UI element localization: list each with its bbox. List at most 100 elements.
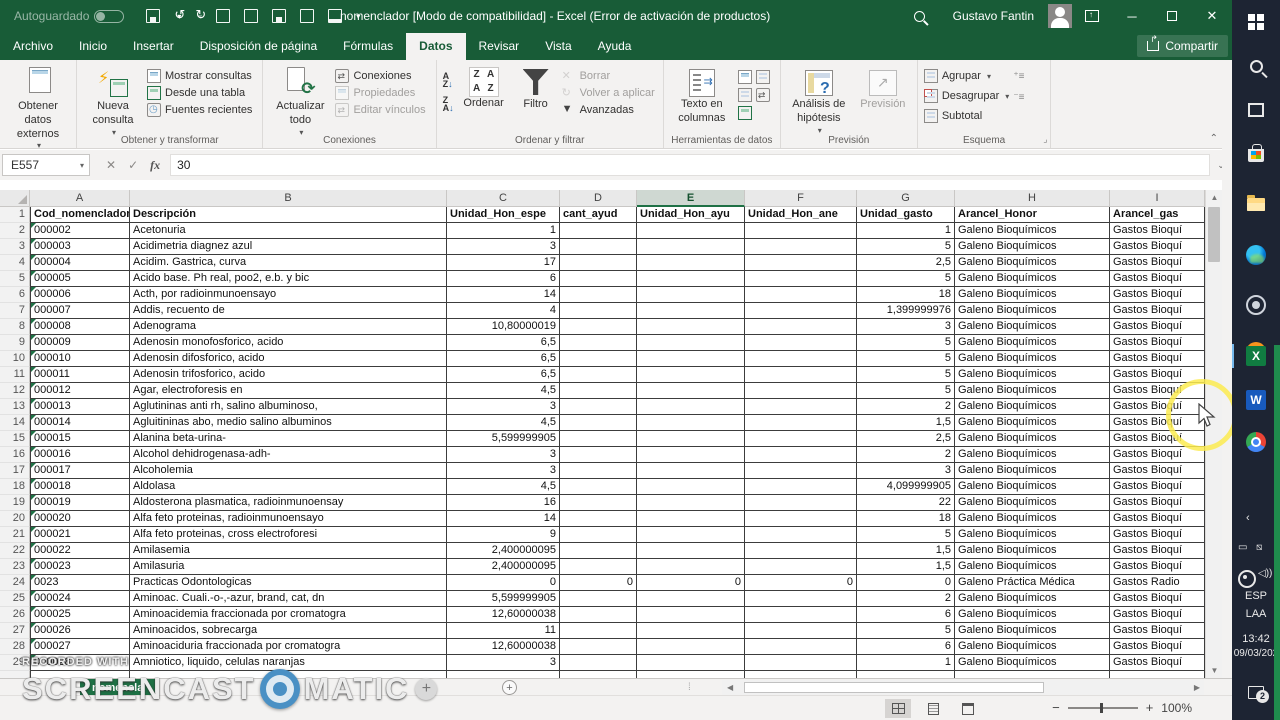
- cell[interactable]: 1: [857, 655, 955, 671]
- cell[interactable]: [637, 559, 745, 575]
- cell[interactable]: 1,5: [857, 559, 955, 575]
- cell[interactable]: Galeno Bioquímicos: [955, 447, 1110, 463]
- tab-archivo[interactable]: Archivo: [0, 33, 66, 60]
- cell[interactable]: Gastos Bioquí: [1110, 479, 1205, 495]
- row-number[interactable]: 18: [0, 479, 30, 495]
- column-header-H[interactable]: H: [955, 190, 1110, 207]
- cell[interactable]: [560, 367, 637, 383]
- tab-insertar[interactable]: Insertar: [120, 33, 187, 60]
- header-cell[interactable]: Unidad_Hon_ane: [745, 207, 857, 223]
- cell[interactable]: [637, 623, 745, 639]
- edit-links-button[interactable]: Editar vínculos: [335, 103, 426, 117]
- cell[interactable]: 000008: [30, 319, 130, 335]
- cell[interactable]: [637, 607, 745, 623]
- row-number[interactable]: 19: [0, 495, 30, 511]
- cell[interactable]: Galeno Bioquímicos: [955, 559, 1110, 575]
- cell[interactable]: Gastos Bioquí: [1110, 239, 1205, 255]
- quick-print-icon[interactable]: [272, 9, 287, 23]
- cell[interactable]: Galeno Bioquímicos: [955, 271, 1110, 287]
- cell[interactable]: [560, 287, 637, 303]
- cell[interactable]: [955, 671, 1110, 678]
- cell[interactable]: Galeno Bioquímicos: [955, 399, 1110, 415]
- properties-button[interactable]: Propiedades: [335, 86, 425, 100]
- row-number[interactable]: 17: [0, 463, 30, 479]
- row-number[interactable]: 26: [0, 607, 30, 623]
- row-number[interactable]: 14: [0, 415, 30, 431]
- ribbon-display-options-button[interactable]: [1072, 0, 1112, 32]
- show-hidden-icons-chevron[interactable]: ‹: [1246, 512, 1250, 524]
- cell[interactable]: [745, 639, 857, 655]
- new-query-button[interactable]: ⚡ Nueva consulta ▾: [83, 64, 143, 138]
- advanced-filter-button[interactable]: ▼ Avanzadas: [562, 103, 655, 117]
- cell[interactable]: Galeno Bioquímicos: [955, 607, 1110, 623]
- row-number[interactable]: 29: [0, 655, 30, 671]
- cell[interactable]: [560, 495, 637, 511]
- cell[interactable]: [130, 671, 447, 678]
- cell[interactable]: 2,5: [857, 431, 955, 447]
- cell[interactable]: [637, 639, 745, 655]
- cell[interactable]: Gastos Bioquí: [1110, 255, 1205, 271]
- cell[interactable]: Alcohol dehidrogenasa-adh-: [130, 447, 447, 463]
- cell[interactable]: 1,399999976: [857, 303, 955, 319]
- cell[interactable]: 0: [560, 575, 637, 591]
- row-number[interactable]: 4: [0, 255, 30, 271]
- cell[interactable]: 5: [857, 367, 955, 383]
- keyboard-layout-indicator[interactable]: LAA: [1232, 608, 1280, 620]
- cell[interactable]: 12,60000038: [447, 607, 560, 623]
- cell[interactable]: Galeno Bioquímicos: [955, 383, 1110, 399]
- chrome-icon[interactable]: [1242, 428, 1270, 456]
- cell[interactable]: [745, 255, 857, 271]
- text-to-columns-button[interactable]: Texto en columnas: [670, 64, 734, 126]
- cell[interactable]: [637, 495, 745, 511]
- header-cell[interactable]: Unidad_gasto: [857, 207, 955, 223]
- cell[interactable]: [560, 351, 637, 367]
- cell[interactable]: Galeno Bioquímicos: [955, 479, 1110, 495]
- cell[interactable]: 000024: [30, 591, 130, 607]
- select-all-corner[interactable]: [0, 190, 30, 207]
- cell[interactable]: 000027: [30, 639, 130, 655]
- cell[interactable]: [560, 591, 637, 607]
- cell[interactable]: [447, 671, 560, 678]
- screencast-record-icon[interactable]: [1242, 291, 1270, 319]
- cell[interactable]: [745, 383, 857, 399]
- remove-duplicates-icon[interactable]: [755, 70, 770, 84]
- cell[interactable]: 000002: [30, 223, 130, 239]
- cell[interactable]: [745, 335, 857, 351]
- task-view-icon[interactable]: [1242, 96, 1270, 124]
- cell[interactable]: [637, 527, 745, 543]
- cell[interactable]: [560, 623, 637, 639]
- cell[interactable]: 000017: [30, 463, 130, 479]
- new-sheet-icon[interactable]: +: [502, 680, 517, 695]
- cell[interactable]: Addis, recuento de: [130, 303, 447, 319]
- group-button[interactable]: Agrupar ▾: [923, 69, 1010, 83]
- cell[interactable]: Acth, por radioinmunoensayo: [130, 287, 447, 303]
- column-header-A[interactable]: A: [30, 190, 130, 207]
- header-cell[interactable]: cant_ayud: [560, 207, 637, 223]
- name-box[interactable]: E557 ▾: [2, 154, 90, 176]
- file-explorer-icon[interactable]: [1242, 190, 1270, 218]
- column-header-F[interactable]: F: [745, 190, 857, 207]
- cell[interactable]: 2: [857, 591, 955, 607]
- cell[interactable]: [637, 367, 745, 383]
- clear-filter-button[interactable]: ✕ Borrar: [562, 69, 655, 83]
- cell[interactable]: Amilasuria: [130, 559, 447, 575]
- cell[interactable]: [560, 415, 637, 431]
- cell[interactable]: [560, 399, 637, 415]
- sort-asc-icon[interactable]: A Z↓: [443, 71, 454, 88]
- cell[interactable]: [745, 607, 857, 623]
- cell[interactable]: 000026: [30, 623, 130, 639]
- cell[interactable]: 4,5: [447, 479, 560, 495]
- row-number[interactable]: 22: [0, 543, 30, 559]
- column-header-B[interactable]: B: [130, 190, 447, 207]
- language-indicator[interactable]: ESP: [1232, 590, 1280, 602]
- cell[interactable]: [637, 543, 745, 559]
- cell[interactable]: 11: [447, 623, 560, 639]
- excel-taskbar-icon[interactable]: X: [1242, 342, 1270, 370]
- cell[interactable]: 5,599999905: [447, 591, 560, 607]
- cell[interactable]: 4,5: [447, 415, 560, 431]
- cell[interactable]: Galeno Bioquímicos: [955, 511, 1110, 527]
- cell[interactable]: 000009: [30, 335, 130, 351]
- clock-time[interactable]: 13:42: [1232, 633, 1280, 645]
- cell[interactable]: Galeno Bioquímicos: [955, 431, 1110, 447]
- cell[interactable]: [560, 671, 637, 678]
